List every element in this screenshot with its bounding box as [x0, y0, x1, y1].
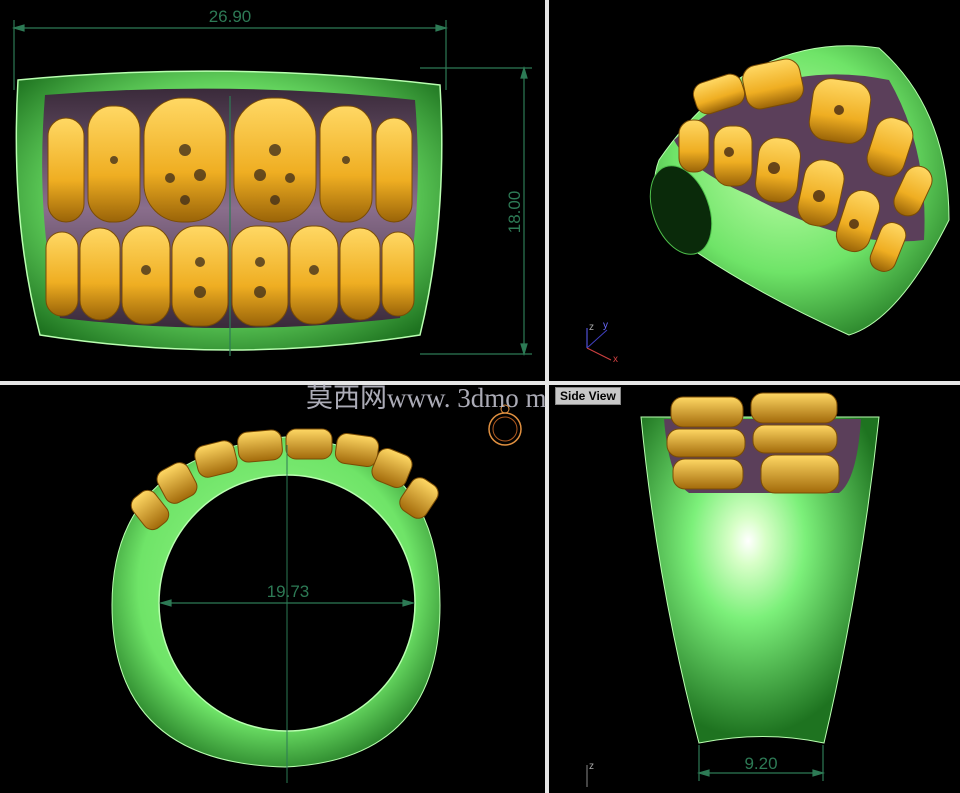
- dimension-inner-label: 19.73: [267, 582, 310, 601]
- axis-x-label: x: [613, 354, 618, 365]
- side-view-canvas: 9.20 z: [586, 392, 880, 787]
- tooth: [375, 117, 413, 223]
- top-view-canvas: 19.73: [111, 404, 522, 783]
- tooth: [339, 227, 381, 321]
- front-view-canvas: 26.90 18.00: [11, 7, 532, 357]
- tooth: [231, 225, 289, 327]
- viewport-side[interactable]: 9.20 z: [549, 385, 960, 793]
- viewport-front[interactable]: 26.90 18.00: [0, 0, 545, 381]
- axis-triad: z y x: [586, 320, 618, 365]
- perspective-view-canvas: z y x: [586, 45, 950, 365]
- axis-z-label: z: [589, 322, 594, 333]
- viewport-perspective[interactable]: z y x: [549, 0, 960, 381]
- tooth: [381, 231, 415, 317]
- dimension-width-label: 26.90: [209, 7, 252, 26]
- axis-z-label-side: z: [589, 761, 594, 772]
- dimension-bottom-label: 9.20: [744, 754, 777, 773]
- tooth: [45, 231, 79, 317]
- tooth: [47, 117, 85, 223]
- axis-y-label: y: [603, 320, 608, 331]
- viewport-top[interactable]: 19.73: [0, 385, 545, 793]
- axis-triad-side: z: [586, 761, 594, 787]
- side-view-label[interactable]: Side View: [555, 387, 621, 405]
- ring-gizmo-icon[interactable]: [488, 404, 522, 446]
- tooth: [79, 227, 121, 321]
- dimension-height-label: 18.00: [505, 191, 524, 234]
- tooth: [171, 225, 229, 327]
